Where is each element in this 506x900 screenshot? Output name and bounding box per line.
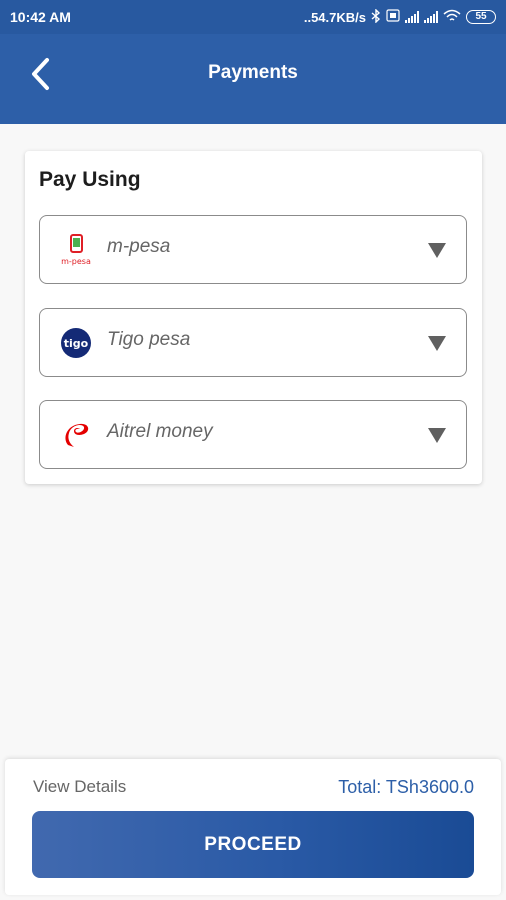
pay-using-title: Pay Using (39, 168, 141, 191)
status-time: 10:42 AM (10, 9, 71, 25)
payment-option-airtel-money[interactable]: Aitrel money (39, 400, 467, 469)
bluetooth-icon (371, 7, 381, 26)
dropdown-arrow-icon (428, 243, 446, 258)
airtel-logo-icon (56, 418, 96, 452)
total-amount: Total: TSh3600.0 (338, 777, 474, 797)
app-bar: Payments (0, 34, 506, 124)
dropdown-arrow-icon (428, 428, 446, 443)
status-bar: 10:42 AM ..54.7KB/s 55 (0, 0, 506, 34)
signal-icon-2 (424, 11, 438, 23)
mpesa-logo-icon: m-pesa (56, 233, 96, 267)
checkout-panel: View Details Total: TSh3600.0 PROCEED (5, 759, 501, 895)
dropdown-arrow-icon (428, 336, 446, 351)
view-details-link[interactable]: View Details (33, 777, 126, 797)
tigo-logo-text: tigo (64, 337, 89, 350)
tigo-logo-icon: tigo (56, 326, 96, 360)
proceed-button[interactable]: PROCEED (32, 811, 474, 878)
payment-option-label: Aitrel money (107, 421, 213, 442)
mpesa-logo-text: m-pesa (61, 257, 91, 266)
status-icons: ..54.7KB/s 55 (303, 7, 496, 26)
network-speed: ..54.7KB/s (303, 9, 366, 25)
signal-icon (405, 11, 419, 23)
battery-icon: 55 (466, 10, 496, 24)
payment-option-label: Tigo pesa (107, 329, 191, 350)
payment-option-tigo-pesa[interactable]: tigo Tigo pesa (39, 308, 467, 377)
payment-methods-card: Pay Using m-pesa m-pesa tigo Tigo pesa A… (25, 151, 482, 484)
page-title: Payments (208, 62, 298, 83)
wifi-icon (443, 9, 461, 26)
payment-option-label: m-pesa (107, 236, 171, 257)
payment-option-mpesa[interactable]: m-pesa m-pesa (39, 215, 467, 284)
volte-icon (386, 9, 400, 25)
